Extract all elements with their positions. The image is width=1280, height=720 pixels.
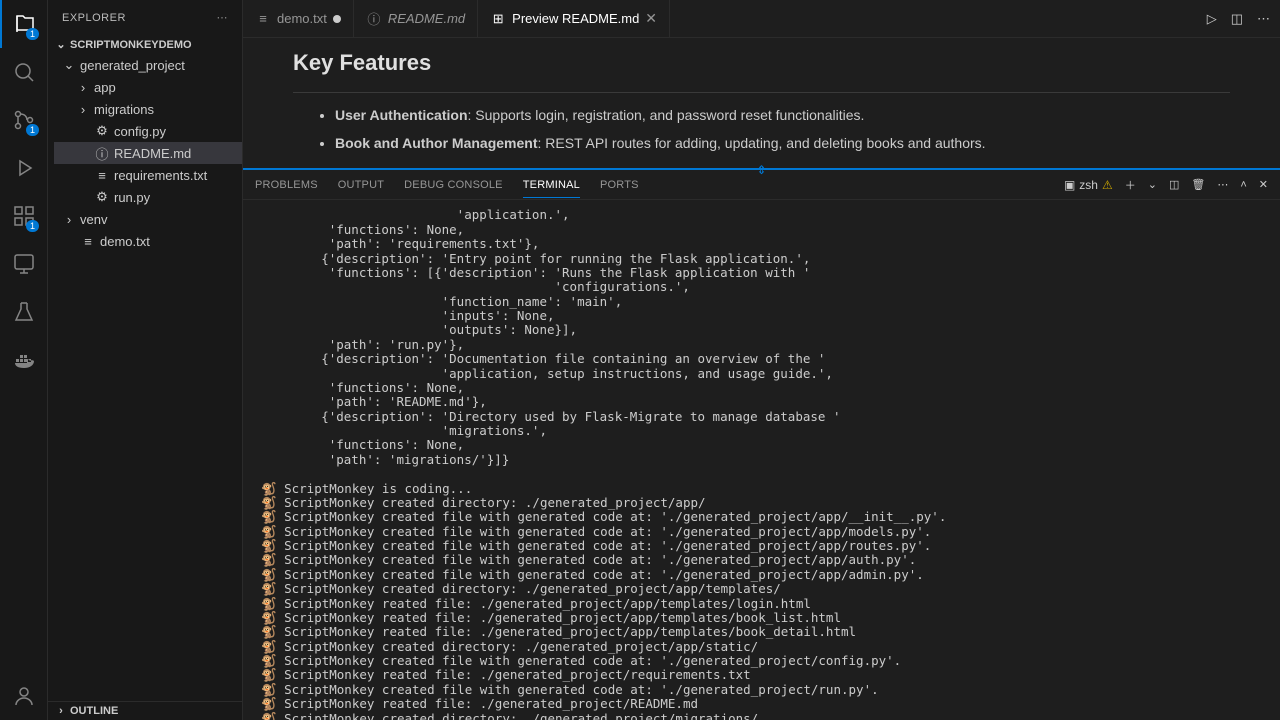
terminal-output[interactable]: 'application.', 'functions': None, 'path… [243, 200, 1280, 720]
tab-label: Preview README.md [512, 11, 639, 26]
scm-badge: 1 [26, 124, 39, 136]
dirty-indicator-icon [333, 15, 341, 23]
run-icon[interactable]: ▷ [1207, 11, 1217, 27]
activity-search[interactable] [0, 48, 47, 96]
more-actions-icon[interactable]: ⋯ [1257, 11, 1270, 27]
file-icon: ⚙ [94, 189, 110, 205]
tab-label: demo.txt [277, 11, 327, 26]
panel-tab-debug-console[interactable]: DEBUG CONSOLE [404, 179, 503, 191]
panel-tab-terminal[interactable]: TERMINAL [523, 179, 580, 198]
folder-item[interactable]: ⌄ generated_project [54, 54, 242, 76]
folder-item[interactable]: › app [54, 76, 242, 98]
panel-tab-output[interactable]: OUTPUT [338, 179, 384, 191]
file-tree: ⌄ generated_project › app › migrations ⚙ config… [48, 54, 242, 252]
panel-resize-handle[interactable]: ⇕ [243, 168, 1280, 170]
panel-more-icon[interactable]: ⋯ [1217, 178, 1228, 191]
bottom-panel: PROBLEMS OUTPUT DEBUG CONSOLE TERMINAL PORTS… [243, 170, 1280, 720]
activity-extensions[interactable]: 1 [0, 192, 47, 240]
panel-tab-problems[interactable]: PROBLEMS [255, 179, 318, 191]
sidebar: EXPLORER ⋯ ⌄ SCRIPTMONKEYDEMO ⌄ generated… [48, 0, 243, 720]
terminal-shell-selector[interactable]: ▣ zsh ⚠ [1064, 178, 1113, 192]
tree-item-label: migrations [94, 102, 154, 117]
activity-remote[interactable] [0, 240, 47, 288]
file-icon: ⚙ [94, 123, 110, 139]
maximize-panel-icon[interactable]: ˄ [1240, 179, 1246, 191]
shell-name: zsh [1079, 178, 1098, 192]
tab-file-icon: ≡ [255, 11, 271, 26]
twistie-icon: › [76, 102, 90, 117]
panel-tab-ports[interactable]: PORTS [600, 179, 639, 191]
outline-label: OUTLINE [70, 705, 118, 717]
activity-bar: 1 1 1 [0, 0, 48, 720]
tree-item-label: demo.txt [100, 234, 150, 249]
activity-account[interactable] [0, 672, 47, 720]
sidebar-more-icon[interactable]: ⋯ [217, 11, 229, 24]
file-icon: ≡ [80, 234, 96, 249]
tree-item-label: generated_project [80, 58, 185, 73]
feature-item: User Authentication: Supports login, reg… [335, 105, 1230, 127]
resize-grip-icon: ⇕ [756, 163, 766, 177]
preview-pane: Key Features User Authentication: Suppor… [243, 38, 1280, 168]
tree-item-label: config.py [114, 124, 166, 139]
twistie-icon: › [76, 80, 90, 95]
preview-heading: Key Features [293, 50, 1230, 76]
tab-file-icon: ⊞ [490, 11, 506, 27]
outline-section[interactable]: › OUTLINE [48, 701, 242, 720]
editor-tab[interactable]: ≡ demo.txt [243, 0, 354, 37]
tab-label: README.md [388, 11, 465, 26]
panel-actions: ▣ zsh ⚠ ＋ ⌄ ◫ 🗑 ⋯ ˄ ✕ [1064, 177, 1268, 193]
activity-explorer[interactable]: 1 [0, 0, 47, 48]
tree-item-label: README.md [114, 146, 191, 161]
twistie-icon: ⌄ [62, 57, 76, 73]
sidebar-header: EXPLORER ⋯ [48, 0, 242, 35]
preview-list: User Authentication: Supports login, reg… [293, 105, 1230, 154]
explorer-badge: 1 [26, 28, 39, 40]
close-tab-icon[interactable]: ✕ [645, 10, 657, 27]
extensions-badge: 1 [26, 220, 39, 232]
file-icon: ⓘ [94, 144, 110, 163]
tree-item-label: venv [80, 212, 107, 227]
workspace-section[interactable]: ⌄ SCRIPTMONKEYDEMO [48, 35, 242, 54]
main: ≡ demo.txt ⓘ README.md ⊞ Preview README.md ✕ ▷… [243, 0, 1280, 720]
tab-file-icon: ⓘ [366, 9, 382, 28]
new-terminal-icon[interactable]: ＋ [1125, 177, 1136, 193]
tree-item-label: app [94, 80, 116, 95]
editor-tab[interactable]: ⓘ README.md [354, 0, 478, 37]
split-terminal-icon[interactable]: ◫ [1169, 178, 1179, 191]
file-item[interactable]: ≡ requirements.txt [54, 164, 242, 186]
activity-testing[interactable] [0, 288, 47, 336]
tab-actions: ▷ ◫ ⋯ [1197, 0, 1280, 37]
close-panel-icon[interactable]: ✕ [1259, 178, 1268, 191]
split-editor-icon[interactable]: ◫ [1231, 11, 1243, 27]
file-item[interactable]: ⓘ README.md [54, 142, 242, 164]
tree-item-label: requirements.txt [114, 168, 207, 183]
twistie-icon: › [62, 212, 76, 227]
chevron-down-icon: ⌄ [54, 38, 68, 51]
tree-item-label: run.py [114, 190, 150, 205]
activity-docker[interactable] [0, 336, 47, 384]
activity-scm[interactable]: 1 [0, 96, 47, 144]
file-item[interactable]: ≡ demo.txt [54, 230, 242, 252]
folder-item[interactable]: › venv [54, 208, 242, 230]
warning-icon: ⚠ [1102, 178, 1113, 192]
kill-terminal-icon[interactable]: 🗑 [1191, 178, 1205, 191]
terminal-dropdown-icon[interactable]: ⌄ [1148, 178, 1157, 191]
heading-divider [293, 92, 1230, 93]
file-item[interactable]: ⚙ run.py [54, 186, 242, 208]
file-item[interactable]: ⚙ config.py [54, 120, 242, 142]
tab-bar: ≡ demo.txt ⓘ README.md ⊞ Preview README.md ✕ ▷… [243, 0, 1280, 38]
workspace-name: SCRIPTMONKEYDEMO [70, 39, 192, 51]
feature-item: Book and Author Management: REST API rou… [335, 133, 1230, 155]
editor-tab[interactable]: ⊞ Preview README.md ✕ [478, 0, 670, 37]
terminal-icon: ▣ [1064, 178, 1075, 192]
sidebar-title: EXPLORER [62, 12, 126, 24]
chevron-right-icon: › [54, 705, 68, 717]
folder-item[interactable]: › migrations [54, 98, 242, 120]
file-icon: ≡ [94, 168, 110, 183]
activity-debug[interactable] [0, 144, 47, 192]
